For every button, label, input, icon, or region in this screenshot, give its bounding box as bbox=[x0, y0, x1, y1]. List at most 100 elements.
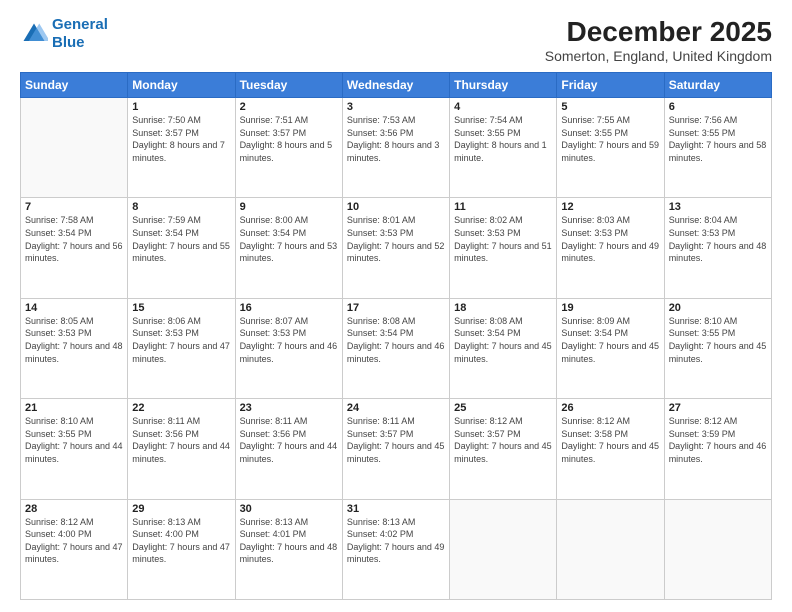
day-info: Sunrise: 8:05 AMSunset: 3:53 PMDaylight:… bbox=[25, 315, 123, 365]
calendar-header-friday: Friday bbox=[557, 73, 664, 98]
calendar-cell bbox=[21, 98, 128, 198]
day-info: Sunrise: 8:13 AMSunset: 4:01 PMDaylight:… bbox=[240, 516, 338, 566]
header: General Blue December 2025 Somerton, Eng… bbox=[20, 16, 772, 64]
day-number: 31 bbox=[347, 503, 445, 515]
calendar-cell: 29Sunrise: 8:13 AMSunset: 4:00 PMDayligh… bbox=[128, 499, 235, 599]
day-info: Sunrise: 7:59 AMSunset: 3:54 PMDaylight:… bbox=[132, 214, 230, 264]
day-number: 3 bbox=[347, 101, 445, 113]
calendar-cell: 7Sunrise: 7:58 AMSunset: 3:54 PMDaylight… bbox=[21, 198, 128, 298]
day-info: Sunrise: 8:03 AMSunset: 3:53 PMDaylight:… bbox=[561, 214, 659, 264]
day-number: 29 bbox=[132, 503, 230, 515]
day-info: Sunrise: 7:51 AMSunset: 3:57 PMDaylight:… bbox=[240, 114, 338, 164]
calendar-cell: 13Sunrise: 8:04 AMSunset: 3:53 PMDayligh… bbox=[664, 198, 771, 298]
calendar-cell: 28Sunrise: 8:12 AMSunset: 4:00 PMDayligh… bbox=[21, 499, 128, 599]
day-number: 19 bbox=[561, 302, 659, 314]
calendar-cell: 31Sunrise: 8:13 AMSunset: 4:02 PMDayligh… bbox=[342, 499, 449, 599]
calendar-cell: 16Sunrise: 8:07 AMSunset: 3:53 PMDayligh… bbox=[235, 298, 342, 398]
calendar-cell: 14Sunrise: 8:05 AMSunset: 3:53 PMDayligh… bbox=[21, 298, 128, 398]
logo: General Blue bbox=[20, 16, 108, 52]
calendar-cell: 19Sunrise: 8:09 AMSunset: 3:54 PMDayligh… bbox=[557, 298, 664, 398]
day-number: 18 bbox=[454, 302, 552, 314]
calendar-cell: 3Sunrise: 7:53 AMSunset: 3:56 PMDaylight… bbox=[342, 98, 449, 198]
day-info: Sunrise: 8:11 AMSunset: 3:56 PMDaylight:… bbox=[240, 415, 338, 465]
day-info: Sunrise: 8:12 AMSunset: 4:00 PMDaylight:… bbox=[25, 516, 123, 566]
calendar-cell: 9Sunrise: 8:00 AMSunset: 3:54 PMDaylight… bbox=[235, 198, 342, 298]
calendar-header-sunday: Sunday bbox=[21, 73, 128, 98]
day-number: 30 bbox=[240, 503, 338, 515]
logo-icon bbox=[20, 20, 48, 48]
day-info: Sunrise: 8:10 AMSunset: 3:55 PMDaylight:… bbox=[25, 415, 123, 465]
day-info: Sunrise: 8:11 AMSunset: 3:56 PMDaylight:… bbox=[132, 415, 230, 465]
calendar-cell: 26Sunrise: 8:12 AMSunset: 3:58 PMDayligh… bbox=[557, 399, 664, 499]
calendar-header-tuesday: Tuesday bbox=[235, 73, 342, 98]
calendar-cell: 20Sunrise: 8:10 AMSunset: 3:55 PMDayligh… bbox=[664, 298, 771, 398]
page: General Blue December 2025 Somerton, Eng… bbox=[0, 0, 792, 612]
main-title: December 2025 bbox=[545, 16, 772, 48]
day-number: 23 bbox=[240, 402, 338, 414]
day-info: Sunrise: 8:12 AMSunset: 3:58 PMDaylight:… bbox=[561, 415, 659, 465]
day-info: Sunrise: 7:50 AMSunset: 3:57 PMDaylight:… bbox=[132, 114, 230, 164]
day-number: 2 bbox=[240, 101, 338, 113]
day-number: 27 bbox=[669, 402, 767, 414]
day-number: 5 bbox=[561, 101, 659, 113]
day-number: 6 bbox=[669, 101, 767, 113]
day-number: 21 bbox=[25, 402, 123, 414]
calendar-week-3: 14Sunrise: 8:05 AMSunset: 3:53 PMDayligh… bbox=[21, 298, 772, 398]
day-info: Sunrise: 8:12 AMSunset: 3:59 PMDaylight:… bbox=[669, 415, 767, 465]
calendar-cell: 5Sunrise: 7:55 AMSunset: 3:55 PMDaylight… bbox=[557, 98, 664, 198]
calendar-cell: 30Sunrise: 8:13 AMSunset: 4:01 PMDayligh… bbox=[235, 499, 342, 599]
calendar-cell: 24Sunrise: 8:11 AMSunset: 3:57 PMDayligh… bbox=[342, 399, 449, 499]
calendar-header-row: SundayMondayTuesdayWednesdayThursdayFrid… bbox=[21, 73, 772, 98]
calendar-header-saturday: Saturday bbox=[664, 73, 771, 98]
day-info: Sunrise: 7:58 AMSunset: 3:54 PMDaylight:… bbox=[25, 214, 123, 264]
subtitle: Somerton, England, United Kingdom bbox=[545, 48, 772, 64]
calendar-cell: 25Sunrise: 8:12 AMSunset: 3:57 PMDayligh… bbox=[450, 399, 557, 499]
day-info: Sunrise: 8:02 AMSunset: 3:53 PMDaylight:… bbox=[454, 214, 552, 264]
calendar-cell: 6Sunrise: 7:56 AMSunset: 3:55 PMDaylight… bbox=[664, 98, 771, 198]
calendar-cell bbox=[450, 499, 557, 599]
day-number: 15 bbox=[132, 302, 230, 314]
day-info: Sunrise: 7:55 AMSunset: 3:55 PMDaylight:… bbox=[561, 114, 659, 164]
calendar-week-1: 1Sunrise: 7:50 AMSunset: 3:57 PMDaylight… bbox=[21, 98, 772, 198]
logo-line1: General bbox=[52, 16, 108, 33]
calendar-cell: 15Sunrise: 8:06 AMSunset: 3:53 PMDayligh… bbox=[128, 298, 235, 398]
day-info: Sunrise: 8:13 AMSunset: 4:02 PMDaylight:… bbox=[347, 516, 445, 566]
calendar-cell: 18Sunrise: 8:08 AMSunset: 3:54 PMDayligh… bbox=[450, 298, 557, 398]
calendar-header-wednesday: Wednesday bbox=[342, 73, 449, 98]
day-number: 1 bbox=[132, 101, 230, 113]
day-info: Sunrise: 8:01 AMSunset: 3:53 PMDaylight:… bbox=[347, 214, 445, 264]
day-number: 24 bbox=[347, 402, 445, 414]
day-info: Sunrise: 8:11 AMSunset: 3:57 PMDaylight:… bbox=[347, 415, 445, 465]
day-info: Sunrise: 8:09 AMSunset: 3:54 PMDaylight:… bbox=[561, 315, 659, 365]
day-number: 25 bbox=[454, 402, 552, 414]
day-info: Sunrise: 8:08 AMSunset: 3:54 PMDaylight:… bbox=[454, 315, 552, 365]
day-number: 10 bbox=[347, 201, 445, 213]
calendar-cell: 4Sunrise: 7:54 AMSunset: 3:55 PMDaylight… bbox=[450, 98, 557, 198]
calendar-cell: 23Sunrise: 8:11 AMSunset: 3:56 PMDayligh… bbox=[235, 399, 342, 499]
title-block: December 2025 Somerton, England, United … bbox=[545, 16, 772, 64]
day-info: Sunrise: 7:54 AMSunset: 3:55 PMDaylight:… bbox=[454, 114, 552, 164]
day-number: 8 bbox=[132, 201, 230, 213]
calendar-cell: 22Sunrise: 8:11 AMSunset: 3:56 PMDayligh… bbox=[128, 399, 235, 499]
calendar-cell: 8Sunrise: 7:59 AMSunset: 3:54 PMDaylight… bbox=[128, 198, 235, 298]
calendar-cell: 12Sunrise: 8:03 AMSunset: 3:53 PMDayligh… bbox=[557, 198, 664, 298]
calendar-cell: 11Sunrise: 8:02 AMSunset: 3:53 PMDayligh… bbox=[450, 198, 557, 298]
day-info: Sunrise: 8:10 AMSunset: 3:55 PMDaylight:… bbox=[669, 315, 767, 365]
calendar-week-5: 28Sunrise: 8:12 AMSunset: 4:00 PMDayligh… bbox=[21, 499, 772, 599]
calendar-header-thursday: Thursday bbox=[450, 73, 557, 98]
day-number: 14 bbox=[25, 302, 123, 314]
day-number: 16 bbox=[240, 302, 338, 314]
calendar-cell bbox=[557, 499, 664, 599]
calendar-cell: 17Sunrise: 8:08 AMSunset: 3:54 PMDayligh… bbox=[342, 298, 449, 398]
day-number: 4 bbox=[454, 101, 552, 113]
calendar-week-2: 7Sunrise: 7:58 AMSunset: 3:54 PMDaylight… bbox=[21, 198, 772, 298]
calendar-week-4: 21Sunrise: 8:10 AMSunset: 3:55 PMDayligh… bbox=[21, 399, 772, 499]
day-info: Sunrise: 8:07 AMSunset: 3:53 PMDaylight:… bbox=[240, 315, 338, 365]
day-info: Sunrise: 8:04 AMSunset: 3:53 PMDaylight:… bbox=[669, 214, 767, 264]
calendar-cell: 21Sunrise: 8:10 AMSunset: 3:55 PMDayligh… bbox=[21, 399, 128, 499]
day-number: 13 bbox=[669, 201, 767, 213]
calendar-cell: 27Sunrise: 8:12 AMSunset: 3:59 PMDayligh… bbox=[664, 399, 771, 499]
day-info: Sunrise: 8:08 AMSunset: 3:54 PMDaylight:… bbox=[347, 315, 445, 365]
calendar-table: SundayMondayTuesdayWednesdayThursdayFrid… bbox=[20, 72, 772, 600]
calendar-header-monday: Monday bbox=[128, 73, 235, 98]
